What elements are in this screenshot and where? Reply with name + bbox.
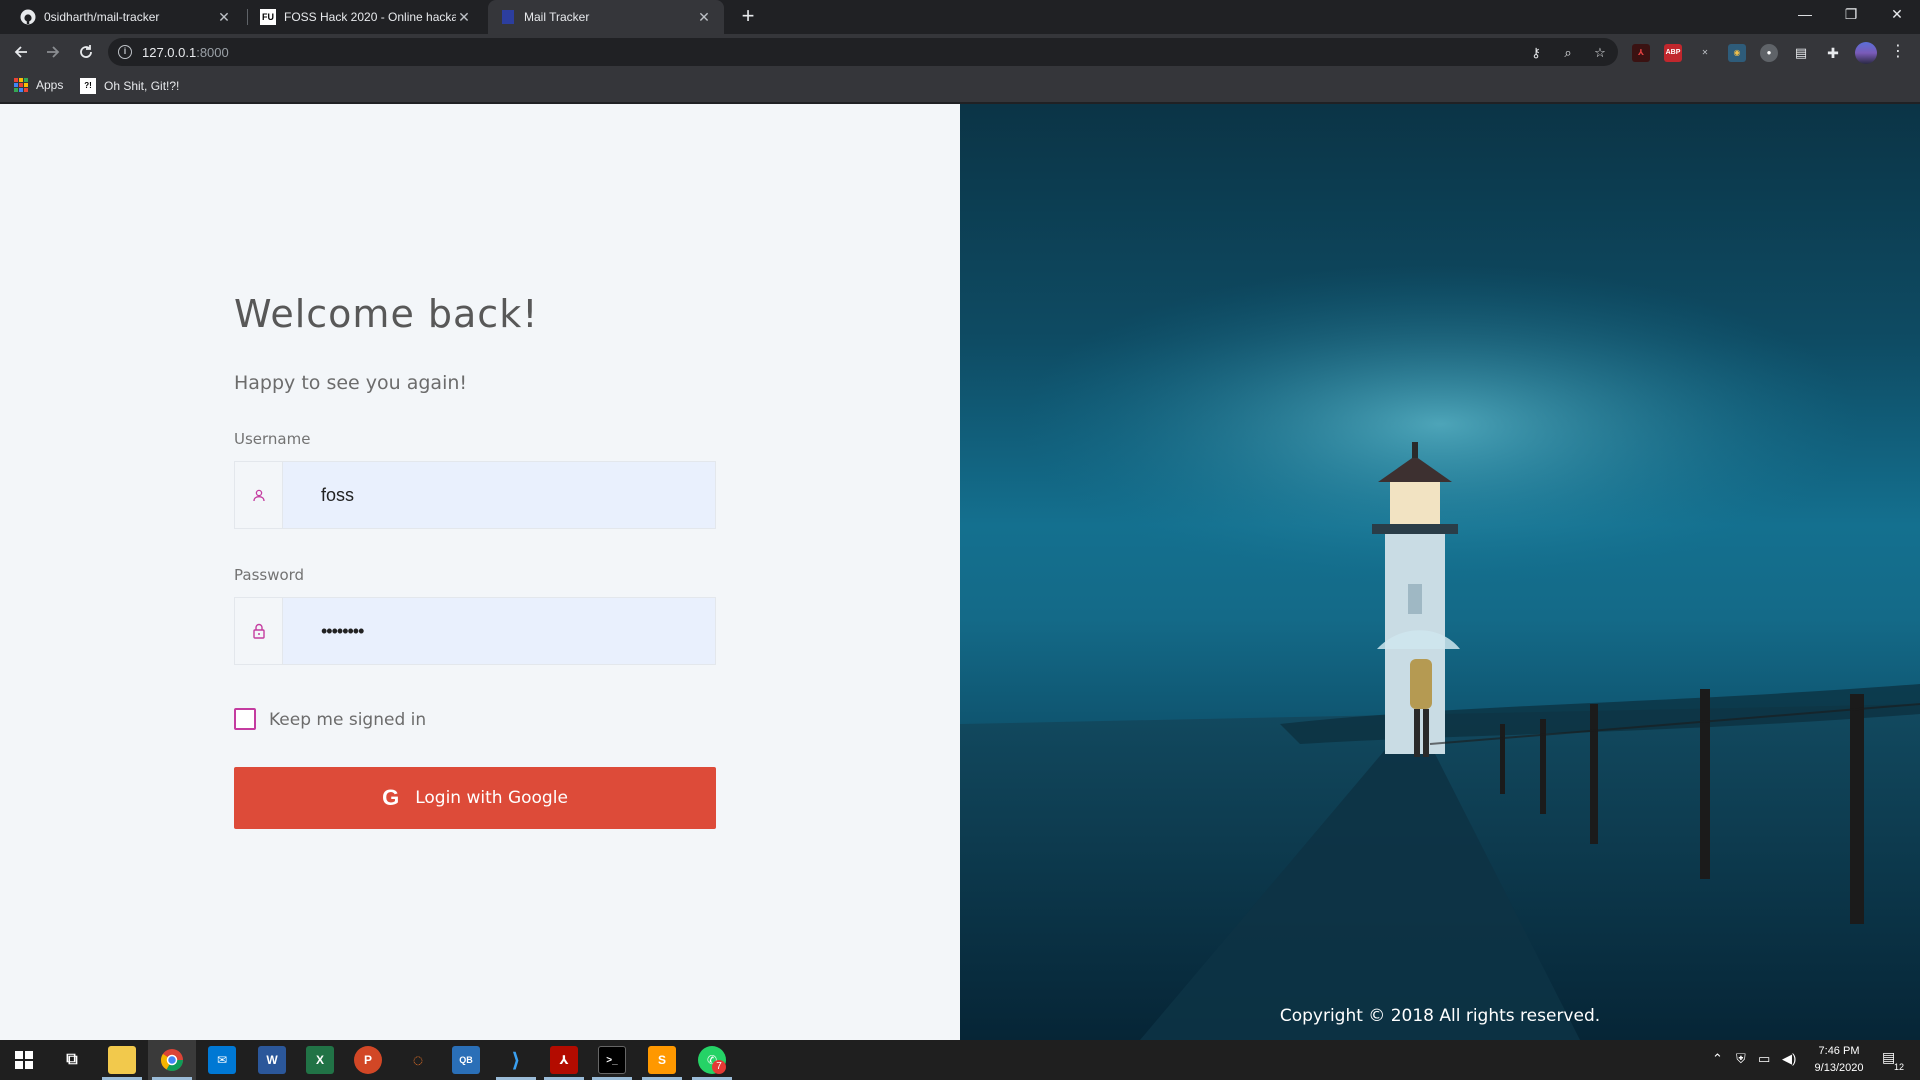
chrome-icon[interactable] xyxy=(158,1046,186,1074)
fosshack-icon: FU xyxy=(260,9,276,25)
login-google-label: Login with Google xyxy=(415,788,568,808)
mail-icon[interactable]: ✉ xyxy=(208,1046,236,1074)
tab-title: 0sidharth/mail-tracker xyxy=(44,10,160,24)
profile-avatar[interactable] xyxy=(1855,42,1877,64)
tab-mail-tracker[interactable]: Mail Tracker ✕ xyxy=(488,0,724,34)
bookmarks-bar: Apps ?! Oh Shit, Git!?! xyxy=(0,70,1920,103)
login-panel: Welcome back! Happy to see you again! Us… xyxy=(0,104,960,1040)
bookmark-label: Apps xyxy=(36,78,64,92)
url-host: 127.0.0.1 xyxy=(142,44,197,60)
volume-icon[interactable]: ◀) xyxy=(1782,1051,1796,1067)
reload-icon xyxy=(80,45,92,58)
puzzle-extensions-icon[interactable]: ✚ xyxy=(1824,44,1842,62)
show-hidden-icons-icon[interactable]: ⌃ xyxy=(1712,1051,1723,1067)
more-menu-icon[interactable]: ⋮ xyxy=(1890,42,1906,64)
owl-extension-icon[interactable]: ◉ xyxy=(1728,44,1746,62)
hero-image: Copyright © 2018 All rights reserved. xyxy=(960,104,1920,1040)
bookmark-apps[interactable]: Apps xyxy=(14,78,63,92)
qbittorrent-icon[interactable]: QB xyxy=(452,1046,480,1074)
password-label: Password xyxy=(234,566,305,584)
terminal-icon[interactable]: >_ xyxy=(598,1046,626,1074)
address-bar[interactable]: i 127.0.0.1:8000 ⚷ ⌕ ☆ xyxy=(108,38,1618,66)
windows-start-icon[interactable] xyxy=(10,1046,38,1074)
restore-button[interactable]: ❐ xyxy=(1828,0,1874,30)
tab-github[interactable]: 0sidharth/mail-tracker ✕ xyxy=(8,0,244,34)
page-content: Welcome back! Happy to see you again! Us… xyxy=(0,104,1920,1040)
notification-count: 12 xyxy=(1894,1062,1905,1072)
key-icon[interactable]: ⚷ xyxy=(1528,45,1544,61)
page-subtitle: Happy to see you again! xyxy=(234,372,468,394)
reload-button[interactable] xyxy=(74,40,98,64)
acrobat-icon[interactable]: ⅄ xyxy=(550,1046,578,1074)
whatsapp-badge: 7 xyxy=(712,1060,726,1074)
apps-grid-icon xyxy=(14,78,28,92)
ohshitgit-icon: ?! xyxy=(80,78,96,94)
tab-strip: 0sidharth/mail-tracker ✕ FU FOSS Hack 20… xyxy=(0,0,1920,34)
username-field xyxy=(234,461,716,529)
task-view-icon[interactable]: ⧉ xyxy=(58,1046,86,1074)
back-arrow-icon xyxy=(14,46,27,58)
bookmark-label: Oh Shit, Git!?! xyxy=(104,79,180,93)
tab-title: Mail Tracker xyxy=(524,10,590,24)
circle-extension-icon[interactable]: ● xyxy=(1760,44,1778,62)
pdf-extension-icon[interactable]: ⅄ xyxy=(1632,44,1650,62)
word-icon[interactable]: W xyxy=(258,1046,286,1074)
bookmark-star-icon[interactable]: ☆ xyxy=(1592,45,1608,61)
password-field xyxy=(234,597,716,665)
user-icon xyxy=(235,462,283,528)
forward-arrow-icon xyxy=(47,46,60,58)
network-icon[interactable]: ▭ xyxy=(1758,1051,1770,1067)
password-input[interactable] xyxy=(283,598,715,664)
lock-icon xyxy=(235,598,283,664)
zoom-icon[interactable]: ⌕ xyxy=(1560,45,1576,61)
keep-signed-in-checkbox[interactable] xyxy=(234,708,256,730)
minimize-button[interactable]: — xyxy=(1782,0,1828,30)
mail-tracker-icon xyxy=(500,9,516,25)
close-tab-icon[interactable]: ✕ xyxy=(456,9,472,26)
vscode-icon[interactable]: ⟩ xyxy=(502,1046,530,1074)
username-label: Username xyxy=(234,430,311,448)
excel-icon[interactable]: X xyxy=(306,1046,334,1074)
close-window-button[interactable]: ✕ xyxy=(1874,0,1920,30)
tab-fosshack[interactable]: FU FOSS Hack 2020 - Online hackath ✕ xyxy=(248,0,484,34)
tab-title: FOSS Hack 2020 - Online hackath xyxy=(284,10,456,24)
bookmark-ohshitgit[interactable]: ?! Oh Shit, Git!?! xyxy=(80,78,179,94)
jupyter-icon[interactable]: ◌ xyxy=(404,1046,432,1074)
page-title: Welcome back! xyxy=(234,292,539,336)
url-port: :8000 xyxy=(196,44,229,60)
close-tab-icon[interactable]: ✕ xyxy=(216,9,232,26)
lighthouse-photo xyxy=(960,264,1920,1040)
github-icon xyxy=(20,9,36,25)
system-clock[interactable]: 7:46 PM 9/13/2020 xyxy=(1804,1043,1874,1077)
security-tray-icon[interactable]: ⛨ xyxy=(1736,1051,1746,1067)
file-explorer-icon[interactable] xyxy=(108,1046,136,1074)
forward-button[interactable] xyxy=(41,40,65,64)
keep-signed-in-label[interactable]: Keep me signed in xyxy=(269,710,426,730)
copyright-text: Copyright © 2018 All rights reserved. xyxy=(1279,1006,1601,1026)
clock-time: 7:46 PM xyxy=(1818,1045,1860,1057)
close-tab-icon[interactable]: ✕ xyxy=(696,9,712,26)
clock-date: 9/13/2020 xyxy=(1814,1062,1864,1074)
x-extension-icon[interactable]: ✕ xyxy=(1696,44,1714,62)
username-input[interactable] xyxy=(283,462,715,528)
new-tab-button[interactable]: + xyxy=(736,5,760,29)
windows-taskbar: ⧉ ✉ W X P ◌ QB ⟩ ⅄ >_ S ✆ 7 ⌃ ⛨ ▭ ◀) 7:4… xyxy=(0,1040,1920,1080)
reader-extension-icon[interactable]: ▤ xyxy=(1792,44,1810,62)
google-icon: G xyxy=(382,785,400,810)
sublime-icon[interactable]: S xyxy=(648,1046,676,1074)
login-google-button[interactable]: G Login with Google xyxy=(234,767,716,829)
powerpoint-icon[interactable]: P xyxy=(354,1046,382,1074)
site-info-icon[interactable]: i xyxy=(118,45,132,59)
adblock-plus-icon[interactable]: ABP xyxy=(1664,44,1682,62)
back-button[interactable] xyxy=(9,40,33,64)
